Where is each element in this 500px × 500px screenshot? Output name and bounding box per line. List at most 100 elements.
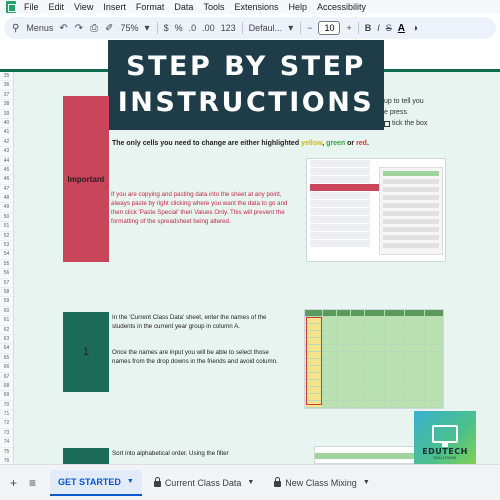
row-number[interactable]: 35 bbox=[0, 72, 13, 82]
row-number[interactable]: 66 bbox=[0, 363, 13, 373]
row-number[interactable]: 65 bbox=[0, 354, 13, 364]
strikethrough-button[interactable]: S bbox=[386, 23, 392, 33]
row-number[interactable]: 37 bbox=[0, 91, 13, 101]
bold-button[interactable]: B bbox=[365, 23, 372, 33]
font-size-input[interactable]: 10 bbox=[318, 21, 341, 35]
menu-edit[interactable]: Edit bbox=[49, 2, 65, 12]
menu-format[interactable]: Format bbox=[136, 2, 165, 12]
row-number[interactable]: 40 bbox=[0, 119, 13, 129]
sheets-logo-icon[interactable] bbox=[6, 1, 16, 13]
row-number[interactable]: 36 bbox=[0, 81, 13, 91]
row-number[interactable]: 48 bbox=[0, 194, 13, 204]
class-data-screenshot bbox=[304, 309, 444, 409]
redo-icon[interactable]: ↷ bbox=[75, 23, 83, 34]
screenshot-cell bbox=[365, 324, 385, 331]
row-number[interactable]: 58 bbox=[0, 288, 13, 298]
undo-icon[interactable]: ↶ bbox=[59, 23, 67, 34]
row-number[interactable]: 54 bbox=[0, 250, 13, 260]
row-number[interactable]: 70 bbox=[0, 401, 13, 411]
screenshot-cell bbox=[351, 338, 365, 345]
row-number[interactable]: 68 bbox=[0, 382, 13, 392]
chevron-down-icon[interactable]: ▼ bbox=[363, 479, 370, 486]
menu-help[interactable]: Help bbox=[288, 2, 307, 12]
menu-file[interactable]: File bbox=[24, 2, 39, 12]
row-number[interactable]: 51 bbox=[0, 222, 13, 232]
row-number[interactable]: 47 bbox=[0, 185, 13, 195]
row-number[interactable]: 73 bbox=[0, 429, 13, 439]
row-number[interactable]: 67 bbox=[0, 373, 13, 382]
row-number[interactable]: 55 bbox=[0, 260, 13, 270]
text-color-button[interactable]: A bbox=[398, 23, 405, 34]
context-menu-row bbox=[310, 200, 370, 207]
row-number[interactable]: 64 bbox=[0, 344, 13, 354]
screenshot-cell bbox=[337, 394, 351, 401]
row-number[interactable]: 63 bbox=[0, 335, 13, 345]
menu-insert[interactable]: Insert bbox=[103, 2, 126, 12]
chevron-down-icon[interactable]: ▾ bbox=[145, 23, 150, 34]
screenshot-cell bbox=[365, 317, 385, 324]
percent-button[interactable]: % bbox=[175, 23, 183, 33]
zoom-select[interactable]: 75% bbox=[121, 23, 139, 33]
row-number[interactable]: 57 bbox=[0, 279, 13, 288]
tab-current-class-data[interactable]: Current Class Data ▼ bbox=[146, 470, 262, 496]
italic-button[interactable]: I bbox=[377, 23, 380, 33]
row-number[interactable]: 43 bbox=[0, 147, 13, 157]
row-number[interactable]: 62 bbox=[0, 326, 13, 335]
row-number[interactable]: 53 bbox=[0, 241, 13, 251]
context-menu-row bbox=[310, 168, 370, 175]
row-number[interactable]: 75 bbox=[0, 448, 13, 458]
screenshot-cell bbox=[425, 373, 443, 380]
row-number[interactable]: 71 bbox=[0, 410, 13, 420]
font-size-increase-button[interactable]: + bbox=[346, 23, 351, 33]
number-format-button[interactable]: 123 bbox=[221, 23, 236, 33]
all-sheets-button[interactable]: ≡ bbox=[29, 476, 36, 490]
menus-search[interactable]: Menus bbox=[26, 23, 53, 33]
font-select[interactable]: Defaul... bbox=[249, 23, 283, 33]
submenu-row bbox=[383, 179, 439, 184]
menu-view[interactable]: View bbox=[74, 2, 93, 12]
decrease-decimal-button[interactable]: .0 bbox=[189, 23, 197, 33]
screenshot-cell bbox=[337, 310, 351, 317]
screenshot-cell bbox=[365, 338, 385, 345]
font-size-decrease-button[interactable]: − bbox=[307, 23, 312, 33]
fill-color-icon[interactable]: ◑ bbox=[412, 23, 418, 34]
row-number[interactable]: 49 bbox=[0, 203, 13, 213]
menu-extensions[interactable]: Extensions bbox=[234, 2, 278, 12]
currency-button[interactable]: $ bbox=[164, 23, 169, 33]
row-number[interactable]: 42 bbox=[0, 138, 13, 148]
add-sheet-button[interactable]: + bbox=[10, 476, 17, 490]
paint-format-icon[interactable]: ✐ bbox=[105, 23, 113, 34]
row-number[interactable]: 59 bbox=[0, 297, 13, 307]
row-number[interactable]: 72 bbox=[0, 419, 13, 429]
screenshot-cell bbox=[385, 366, 405, 373]
search-icon[interactable]: ⚲ bbox=[12, 23, 19, 34]
partial-note-text: tick the box bbox=[392, 120, 428, 127]
row-number[interactable]: 38 bbox=[0, 100, 13, 110]
row-number[interactable]: 60 bbox=[0, 307, 13, 317]
chevron-down-icon[interactable]: ▼ bbox=[127, 478, 134, 485]
row-number[interactable]: 61 bbox=[0, 316, 13, 326]
row-number[interactable]: 45 bbox=[0, 166, 13, 176]
print-icon[interactable]: ⎙ bbox=[90, 23, 98, 34]
screenshot-cell bbox=[425, 345, 443, 352]
row-number[interactable]: 52 bbox=[0, 232, 13, 242]
row-number[interactable]: 69 bbox=[0, 391, 13, 401]
tab-get-started[interactable]: GET STARTED ▼ bbox=[50, 469, 142, 496]
chevron-down-icon[interactable]: ▼ bbox=[247, 479, 254, 486]
increase-decimal-button[interactable]: .00 bbox=[202, 23, 215, 33]
chevron-down-icon[interactable]: ▾ bbox=[288, 23, 293, 34]
paste-special-submenu bbox=[379, 167, 443, 255]
row-number[interactable]: 56 bbox=[0, 269, 13, 279]
tab-new-class-mixing[interactable]: New Class Mixing ▼ bbox=[266, 470, 377, 496]
row-number[interactable]: 50 bbox=[0, 213, 13, 223]
row-number[interactable]: 46 bbox=[0, 175, 13, 185]
checkbox-icon[interactable] bbox=[384, 120, 390, 127]
menu-data[interactable]: Data bbox=[174, 2, 193, 12]
row-number[interactable]: 41 bbox=[0, 128, 13, 138]
row-number[interactable]: 44 bbox=[0, 157, 13, 166]
row-number[interactable]: 39 bbox=[0, 110, 13, 119]
row-number[interactable]: 74 bbox=[0, 438, 13, 448]
name-column-highlight bbox=[306, 317, 322, 405]
menu-tools[interactable]: Tools bbox=[203, 2, 224, 12]
menu-accessibility[interactable]: Accessibility bbox=[317, 2, 366, 12]
